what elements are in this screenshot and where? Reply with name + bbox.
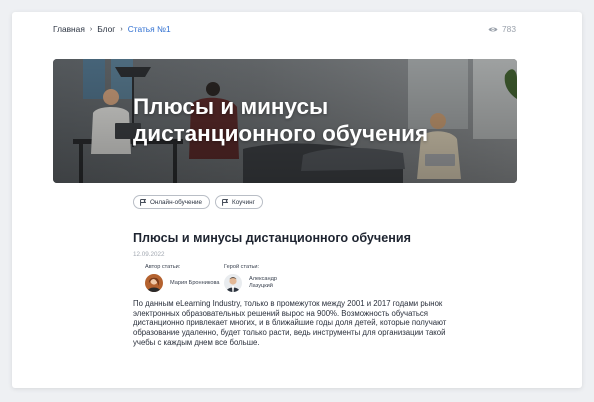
- breadcrumb-blog[interactable]: Блог: [97, 24, 115, 34]
- author-label: Автор статьи:: [145, 264, 181, 270]
- tag-online-learning[interactable]: Онлайн-обучение: [133, 195, 211, 209]
- breadcrumb-home[interactable]: Главная: [53, 24, 85, 34]
- tag-label: Коучинг: [232, 198, 255, 206]
- flag-icon: [140, 198, 146, 206]
- article-date: 12.09.2022: [133, 251, 165, 258]
- views-count: 783: [502, 24, 516, 34]
- tag-label: Онлайн-обучение: [150, 198, 203, 206]
- article-body: По данным eLearning Industry, только в п…: [133, 299, 447, 347]
- hero-banner: Плюсы и минусы дистанционного обучения: [53, 59, 517, 183]
- tag-list: Онлайн-обучение Коучинг: [133, 195, 263, 209]
- eye-icon: [488, 26, 498, 32]
- author[interactable]: Мария Бронникова: [145, 274, 220, 292]
- breadcrumb-current: Статья №1: [127, 24, 171, 34]
- tag-coaching[interactable]: Коучинг: [215, 195, 263, 209]
- chevron-right-icon: ›: [89, 25, 93, 33]
- breadcrumb: Главная › Блог › Статья №1: [53, 24, 171, 34]
- chevron-right-icon: ›: [120, 25, 123, 33]
- hero-person-label: Герой статьи:: [224, 264, 260, 270]
- views-counter: 783: [488, 24, 516, 34]
- flag-icon: [222, 198, 229, 206]
- author-avatar: [145, 274, 163, 292]
- hero-person-avatar: [224, 274, 242, 292]
- author-name: Мария Бронникова: [170, 279, 220, 286]
- hero-title: Плюсы и минусы дистанционного обучения: [133, 94, 429, 146]
- hero-person-name: Александр Лазуцкий: [249, 276, 277, 289]
- hero-person[interactable]: Александр Лазуцкий: [224, 274, 299, 292]
- article-title: Плюсы и минусы дистанционного обучения: [133, 231, 411, 245]
